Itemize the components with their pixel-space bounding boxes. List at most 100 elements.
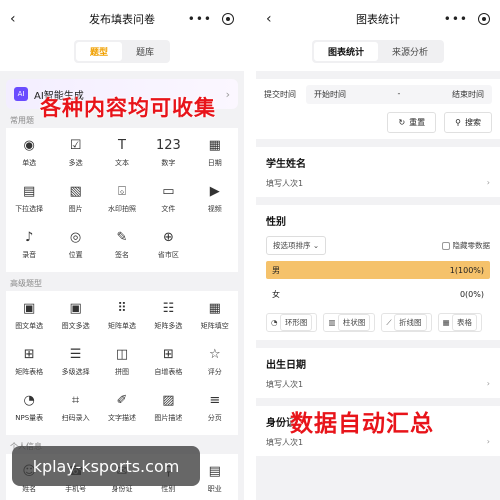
- question-type-item[interactable]: ▦ 日期: [192, 130, 238, 176]
- question-type-item[interactable]: ▨ 图片描述: [145, 385, 191, 431]
- segmented-control: 图表统计 来源分析: [311, 40, 445, 63]
- tab-question-types[interactable]: 题型: [75, 42, 122, 61]
- question-type-item[interactable]: ▶ 视频: [192, 176, 238, 222]
- sort-dropdown[interactable]: 按选项排序 ⌄: [266, 236, 327, 255]
- ai-icon: AI: [14, 87, 28, 101]
- question-type-item[interactable]: T 文本: [99, 130, 145, 176]
- question-type-icon: ▨: [162, 393, 175, 408]
- question-type-item[interactable]: ▤ 下拉选择: [6, 176, 52, 222]
- question-type-item[interactable]: ☰ 多级选择: [52, 339, 98, 385]
- question-type-item[interactable]: ▧ 图片: [52, 176, 98, 222]
- fill-count: 填写人次1: [266, 438, 304, 447]
- question-title: 出生日期: [266, 360, 306, 371]
- chevron-right-icon: ›: [486, 379, 490, 388]
- fill-count-row[interactable]: 填写人次1 ›: [266, 379, 490, 390]
- question-type-label: 单选: [22, 159, 37, 167]
- question-type-icon: ⊞: [162, 347, 174, 362]
- question-type-item[interactable]: ✐ 文字描述: [99, 385, 145, 431]
- tab-chart-stats[interactable]: 图表统计: [313, 42, 378, 61]
- question-type-icon: ▣: [69, 301, 82, 316]
- question-type-item[interactable]: ◉ 单选: [6, 130, 52, 176]
- question-type-item[interactable]: ☷ 矩阵多选: [145, 293, 191, 339]
- question-type-icon: ▶: [209, 184, 220, 199]
- question-type-label: 录音: [22, 251, 37, 259]
- question-type-label: 图片描述: [154, 414, 183, 422]
- question-type-item[interactable]: ▭ 文件: [145, 176, 191, 222]
- chevron-left-icon[interactable]: ‹: [266, 11, 286, 27]
- range-separator: -: [397, 89, 401, 98]
- chevron-right-icon: ›: [486, 178, 490, 187]
- checkbox-icon[interactable]: [441, 241, 450, 250]
- submit-time-row: 提交时间 开始时间 - 结束时间: [264, 85, 492, 104]
- question-type-label: 省市区: [157, 251, 179, 259]
- question-type-icon: ♪: [25, 230, 34, 245]
- start-time-field[interactable]: 开始时间: [314, 89, 346, 100]
- question-type-item[interactable]: ⊞ 自增表格: [145, 339, 191, 385]
- question-type-item[interactable]: ▣ 图文多选: [52, 293, 98, 339]
- question-type-label: 图文单选: [15, 322, 44, 330]
- hide-zero-toggle[interactable]: 隐藏零数据: [441, 240, 490, 251]
- segmented-control: 题型 题库: [73, 40, 171, 63]
- table-label: 表格: [452, 314, 478, 331]
- question-type-item[interactable]: ⌗ 扫码录入: [52, 385, 98, 431]
- question-type-item[interactable]: ◔ NPS量表: [6, 385, 52, 431]
- search-label: 搜索: [465, 118, 481, 127]
- more-dots-icon[interactable]: •••: [188, 12, 212, 26]
- question-type-item[interactable]: ✎ 签名: [99, 222, 145, 268]
- fill-count: 填写人次1: [266, 380, 304, 389]
- question-type-icon: ⠿: [117, 301, 127, 316]
- capsule-menu[interactable]: •••: [444, 12, 490, 26]
- search-button[interactable]: ⚲ 搜索: [444, 112, 492, 133]
- question-type-item[interactable]: ◫ 拼图: [99, 339, 145, 385]
- question-type-icon: ☷: [162, 301, 175, 316]
- gender-bar-chart: 男 1(100%) 女 0(0%): [266, 261, 490, 303]
- capsule-menu[interactable]: •••: [188, 12, 234, 26]
- tab-source-analysis[interactable]: 来源分析: [378, 42, 442, 61]
- question-type-label: 拼图: [114, 368, 129, 376]
- fill-count-row[interactable]: 填写人次1 ›: [266, 178, 490, 189]
- ai-generate-card[interactable]: AI AI智能生成 ›: [6, 79, 238, 109]
- question-type-label: 多选: [68, 159, 83, 167]
- tab-question-bank[interactable]: 题库: [122, 42, 168, 61]
- question-type-item[interactable]: ▦ 矩阵填空: [192, 293, 238, 339]
- chart-type-line[interactable]: ⟋ 折线图: [381, 313, 432, 332]
- chart-type-bar[interactable]: ▥ 柱状图: [323, 313, 376, 332]
- question-type-item[interactable]: ◎ 位置: [52, 222, 98, 268]
- question-type-item[interactable]: ⠿ 矩阵单选: [99, 293, 145, 339]
- close-target-icon[interactable]: [222, 13, 234, 25]
- question-type-item[interactable]: ⊞ 矩阵表格: [6, 339, 52, 385]
- left-phone-screen: ‹ 发布填表问卷 ••• 题型 题库 AI AI智能生成 › 常用题 ◉ 单选 ☑ 多选…: [0, 0, 244, 500]
- question-type-icon: ⊞: [23, 347, 35, 362]
- question-type-label: 扫码录入: [61, 414, 90, 422]
- question-type-item[interactable]: 123 数字: [145, 130, 191, 176]
- question-type-item[interactable]: ⊕ 省市区: [145, 222, 191, 268]
- question-type-item[interactable]: ▣ 图文单选: [6, 293, 52, 339]
- close-target-icon[interactable]: [478, 13, 490, 25]
- question-type-label: 矩阵填空: [200, 322, 229, 330]
- date-range-picker[interactable]: 开始时间 - 结束时间: [306, 85, 492, 104]
- question-type-icon: 123: [155, 138, 181, 153]
- end-time-field[interactable]: 结束时间: [452, 89, 484, 100]
- question-title: 学生姓名: [266, 159, 306, 170]
- tab-bar: 题型 题库: [0, 38, 244, 71]
- question-type-label: 图文多选: [61, 322, 90, 330]
- chart-type-donut[interactable]: ◔ 环形图: [266, 313, 318, 332]
- reset-button[interactable]: ↻ 重置: [387, 112, 437, 133]
- question-card-birthdate: 出生日期 填写人次1 ›: [256, 348, 500, 398]
- chart-type-table[interactable]: ▦ 表格: [437, 313, 483, 332]
- question-type-label: 矩阵表格: [15, 368, 44, 376]
- chevron-right-icon: ›: [225, 87, 230, 101]
- fill-count-row[interactable]: 填写人次1 ›: [266, 437, 490, 448]
- question-type-item[interactable]: ☑ 多选: [52, 130, 98, 176]
- question-type-item[interactable]: ☆ 评分: [192, 339, 238, 385]
- question-type-item[interactable]: ≡ 分页: [192, 385, 238, 431]
- more-dots-icon[interactable]: •••: [444, 12, 468, 26]
- question-type-icon: ☰: [69, 347, 82, 362]
- question-type-icon: ☑: [69, 138, 82, 153]
- question-type-item[interactable]: ⌺ 水印拍照: [99, 176, 145, 222]
- question-type-item[interactable]: ♪ 录音: [6, 222, 52, 268]
- chevron-left-icon[interactable]: ‹: [10, 11, 30, 27]
- bar-label: 柱状图: [337, 314, 371, 331]
- question-type-label: 矩阵多选: [154, 322, 183, 330]
- option-name: 男: [272, 265, 280, 275]
